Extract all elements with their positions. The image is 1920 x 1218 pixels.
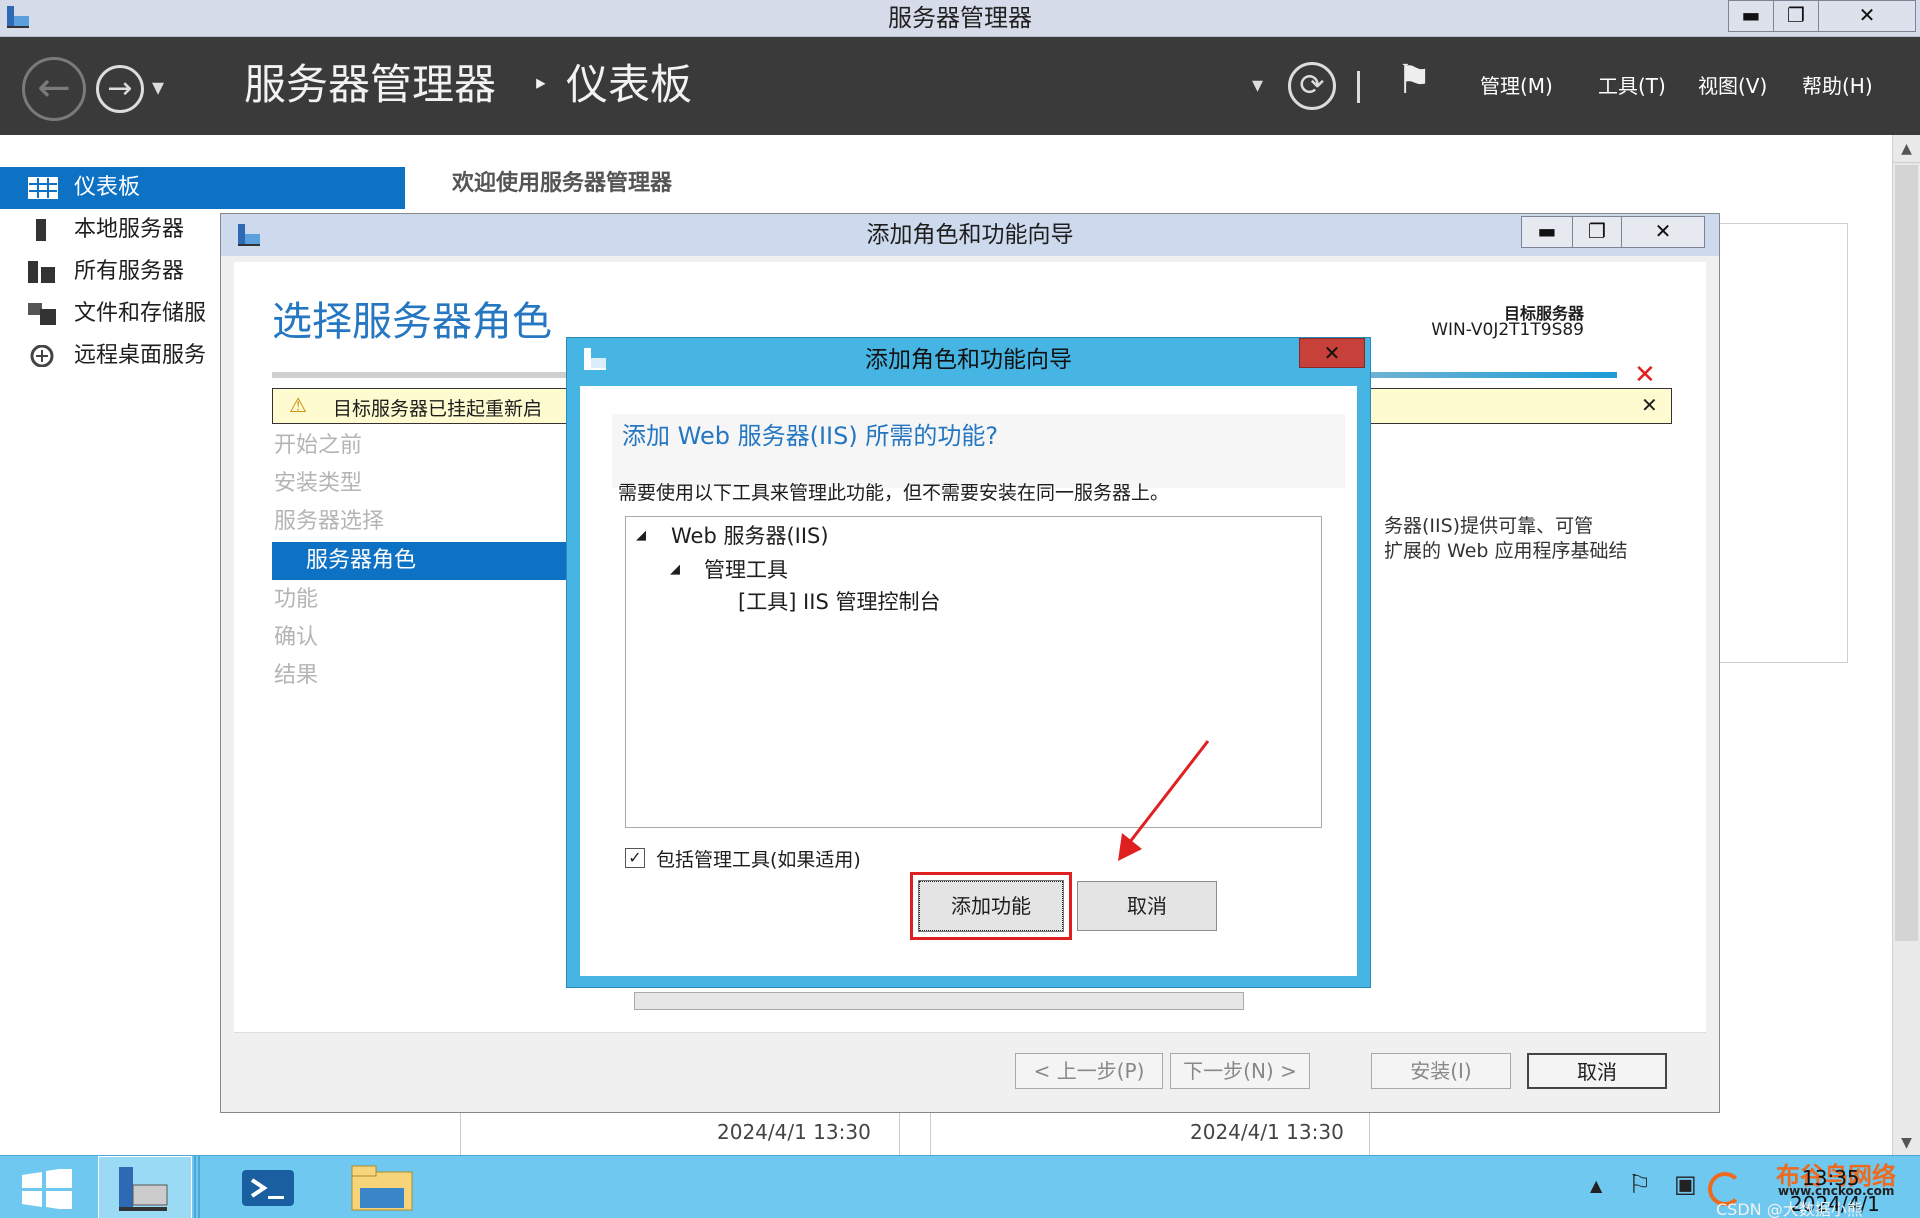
next-button[interactable]: 下一步(N) > [1170, 1053, 1310, 1089]
action-center-icon[interactable]: ⚐ [1628, 1170, 1651, 1200]
server-manager-icon [119, 1167, 168, 1211]
wizard-cancel-button[interactable]: 取消 [1527, 1053, 1667, 1089]
taskbar-separator [194, 1156, 200, 1218]
wizard-heading: 选择服务器角色 [272, 299, 552, 345]
watermark-csdn: CSDN @大数据小熊 [1716, 1200, 1863, 1218]
menu-manage[interactable]: 管理(M) [1480, 71, 1553, 101]
target-server-name: WIN-V0J2T1T9S89 [1431, 320, 1584, 340]
role-description-line1: 务器(IIS)提供可靠、可管 [1384, 515, 1594, 537]
taskbar-server-manager[interactable] [98, 1156, 192, 1218]
scroll-thumb[interactable] [1895, 165, 1918, 941]
forward-button[interactable]: → [96, 65, 144, 113]
window-titlebar: 服务器管理器 ▬ ❐ ✕ [0, 0, 1920, 37]
breadcrumb-page: 仪表板 [566, 60, 693, 109]
menu-help[interactable]: 帮助(H) [1802, 71, 1873, 101]
dialog-close-button[interactable]: ✕ [1299, 338, 1365, 368]
wizard-minimize-button[interactable]: ▬ [1521, 216, 1573, 248]
sidebar-item-label: 文件和存储服 [74, 301, 207, 326]
add-features-dialog: 添加角色和功能向导 ✕ 添加 Web 服务器(IIS) 所需的功能? 需要使用以… [566, 337, 1371, 988]
menu-view[interactable]: 视图(V) [1698, 71, 1767, 101]
tree-item-web-server: Web 服务器(IIS) [671, 524, 829, 548]
back-button[interactable]: ← [22, 57, 86, 121]
expander-icon[interactable]: ◢ [636, 521, 646, 551]
dashboard-icon [28, 177, 58, 199]
step-installation-type: 安装类型 [274, 471, 363, 496]
sidebar-item-label: 本地服务器 [74, 217, 185, 242]
menu-tools[interactable]: 工具(T) [1598, 71, 1666, 101]
storage-icon [28, 303, 56, 325]
sidebar-item-dashboard[interactable]: 仪表板 [0, 167, 405, 209]
breadcrumb-separator: ‣ [532, 68, 549, 101]
annotation-arrow [1118, 740, 1210, 861]
install-button[interactable]: 安装(I) [1371, 1053, 1511, 1089]
add-features-button[interactable]: 添加功能 [918, 880, 1064, 932]
scroll-up-arrow[interactable]: ▲ [1893, 135, 1920, 163]
step-server-selection: 服务器选择 [274, 509, 385, 534]
tray-expand-icon[interactable]: ▲ [1590, 1176, 1602, 1195]
step-confirmation: 确认 [274, 625, 319, 650]
roles-list-hscroll[interactable] [634, 992, 1244, 1010]
sidebar-item-label: 远程桌面服务 [74, 343, 207, 368]
breadcrumb-app[interactable]: 服务器管理器 [244, 57, 496, 113]
dialog-description: 需要使用以下工具来管理此功能，但不需要安装在同一服务器上。 [618, 482, 1170, 504]
notification-dropdown[interactable]: ▾ [1252, 73, 1263, 98]
dialog-title: 添加角色和功能向导 [865, 347, 1072, 373]
error-x-icon: ✕ [1634, 360, 1656, 390]
step-features: 功能 [274, 587, 319, 612]
step-before-you-begin: 开始之前 [274, 433, 363, 458]
server-icon [36, 219, 46, 241]
header-divider [1357, 71, 1360, 103]
warning-icon: ⚠ [289, 393, 307, 417]
clock-time[interactable]: 13:35 [1802, 1166, 1860, 1190]
wizard-footer: < 上一步(P) 下一步(N) > 安装(I) 取消 [234, 1032, 1706, 1106]
step-results: 结果 [274, 663, 319, 688]
tree-item-management-tools: 管理工具 [704, 558, 788, 582]
scroll-down-arrow[interactable]: ▼ [1893, 1129, 1920, 1157]
wizard-title: 添加角色和功能向导 [866, 222, 1074, 248]
warning-text: 目标服务器已挂起重新启 [333, 398, 543, 420]
dialog-body: 添加 Web 服务器(IIS) 所需的功能? 需要使用以下工具来管理此功能，但不… [580, 386, 1357, 976]
wizard-close-button[interactable]: ✕ [1621, 216, 1705, 248]
restore-button[interactable]: ❐ [1773, 0, 1819, 32]
close-button[interactable]: ✕ [1818, 0, 1916, 32]
quick-start-panel [1718, 223, 1848, 663]
sidebar-item-label: 所有服务器 [74, 259, 185, 284]
step-server-roles[interactable]: 服务器角色 [272, 542, 572, 580]
file-explorer-icon[interactable] [350, 1164, 416, 1214]
dialog-cancel-button[interactable]: 取消 [1077, 881, 1217, 931]
wizard-titlebar: 添加角色和功能向导 ▬ ❐ ✕ [221, 214, 1719, 256]
role-description-line2: 扩展的 Web 应用程序基础结 [1384, 540, 1628, 562]
sidebar-item-label: 仪表板 [74, 175, 141, 200]
refresh-button[interactable]: ⟳ [1288, 62, 1336, 110]
flag-icon[interactable]: ⚑ [1396, 57, 1432, 103]
tree-item-iis-console: [工具] IIS 管理控制台 [738, 590, 941, 614]
include-tools-checkbox[interactable]: ✓ [625, 848, 645, 868]
network-icon[interactable]: ▣ [1674, 1170, 1697, 1198]
taskbar: ▲ ⚐ ▣ 布谷鸟网络 www.cnckoo.com 13:35 2024/4/… [0, 1155, 1920, 1218]
include-tools-label: 包括管理工具(如果适用) [656, 849, 861, 871]
wizard-maximize-button[interactable]: ❐ [1572, 216, 1622, 248]
previous-button[interactable]: < 上一步(P) [1015, 1053, 1163, 1089]
windows-start-icon[interactable] [20, 1169, 74, 1209]
app-header: ← → ▾ 服务器管理器 ‣ 仪表板 ▾ ⟳ ⚑ 管理(M) 工具(T) 视图(… [0, 37, 1920, 135]
remote-desktop-icon [30, 345, 54, 367]
dialog-titlebar: 添加角色和功能向导 ✕ [567, 338, 1370, 382]
powershell-icon[interactable] [240, 1168, 296, 1208]
window-title: 服务器管理器 [888, 4, 1032, 32]
history-dropdown[interactable]: ▾ [152, 73, 164, 101]
minimize-button[interactable]: ▬ [1728, 0, 1774, 32]
warning-close-button[interactable]: ✕ [1641, 393, 1658, 417]
tile-1-date: 2024/4/1 13:30 [717, 1120, 871, 1144]
vertical-scrollbar[interactable]: ▲ ▼ [1892, 135, 1920, 1157]
dialog-question: 添加 Web 服务器(IIS) 所需的功能? [622, 422, 999, 450]
expander-icon[interactable]: ◢ [670, 555, 680, 585]
tile-2-date: 2024/4/1 13:30 [1190, 1120, 1344, 1144]
welcome-title: 欢迎使用服务器管理器 [452, 171, 673, 196]
servers-icon [28, 261, 55, 283]
